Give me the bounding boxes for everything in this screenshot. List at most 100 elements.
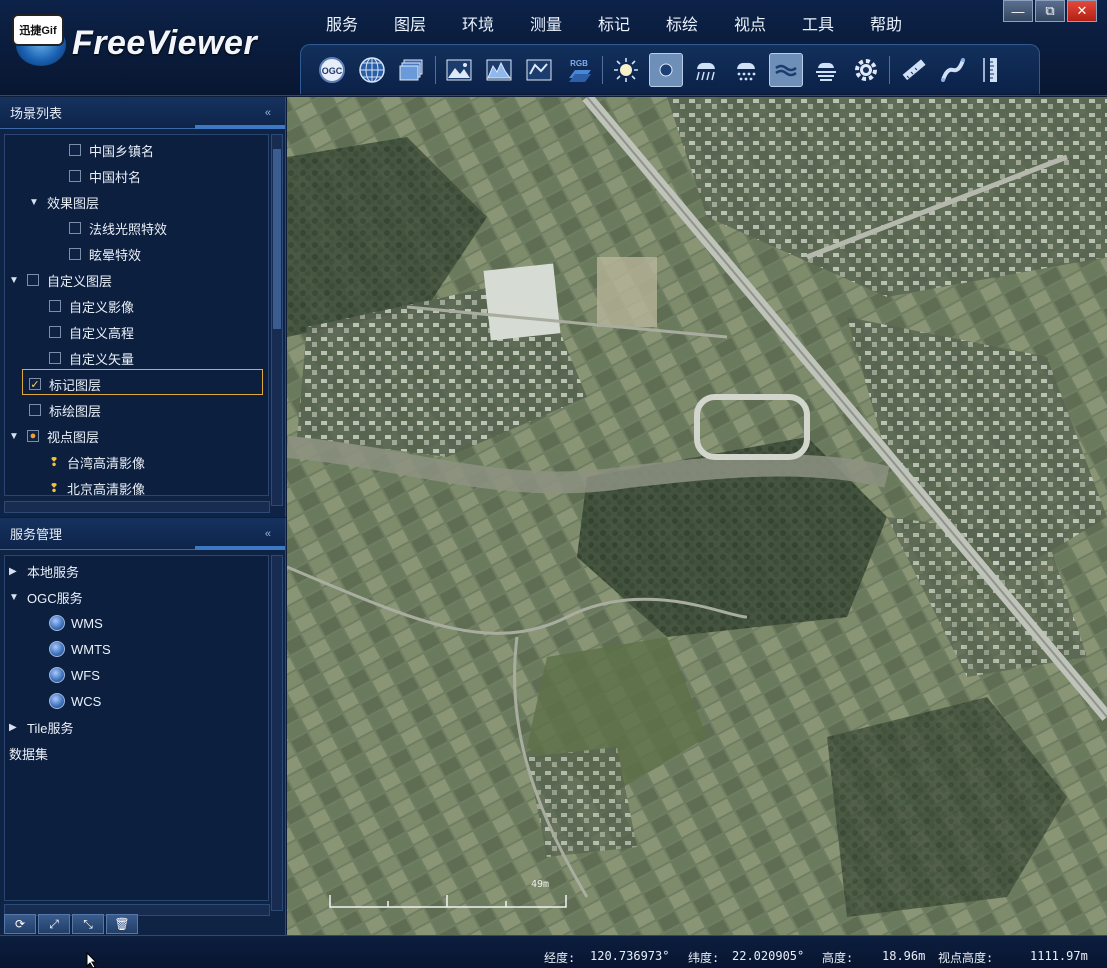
rgb-layer-tool-button[interactable]: RGB (562, 53, 596, 87)
ruler-path-tool-button[interactable] (936, 53, 970, 87)
scene_panel-tree-item[interactable]: 中国村名 (69, 165, 141, 187)
scene_panel-tree-item[interactable]: ❢ 北京高清影像 (49, 477, 145, 495)
service_panel-tree-item[interactable]: WFS (49, 664, 100, 686)
scene_panel-tree-item[interactable]: 中国乡镇名 (69, 139, 154, 161)
expand-arrow-icon[interactable]: ▼ (29, 197, 39, 208)
scene-horizontal-scrollbar[interactable] (4, 501, 270, 513)
service_panel-tree-item[interactable]: ▼ OGC服务 (9, 586, 83, 608)
moon-tool-button[interactable] (649, 52, 683, 87)
scene_panel-tree-item[interactable]: 自定义矢量 (49, 347, 134, 369)
ruler-path-icon (941, 57, 965, 82)
sun-tool-button[interactable] (609, 53, 643, 87)
menu-item-4[interactable]: 标记 (580, 11, 648, 35)
service-title: 服务管理 (10, 527, 63, 542)
tree-item-label: 自定义矢量 (69, 351, 135, 367)
menu-item-5[interactable]: 标绘 (648, 11, 716, 35)
collapse-button[interactable]: ⤡ (72, 914, 104, 934)
service_panel-tree-item[interactable]: ▶ 本地服务 (9, 560, 79, 582)
globe-service-icon (49, 693, 65, 709)
fog-tool-button[interactable] (809, 53, 843, 87)
scene_panel-tree-item[interactable]: ▼ 效果图层 (29, 191, 99, 213)
viewpoint-pin-icon[interactable]: ● (27, 430, 39, 442)
globe-grid-icon (359, 56, 385, 83)
settings-gear-tool-button[interactable] (849, 53, 883, 87)
layer-checkbox[interactable] (49, 326, 61, 338)
water-tool-button[interactable] (769, 52, 803, 87)
tree-item-label: 中国乡镇名 (89, 143, 155, 159)
layer-checkbox[interactable] (69, 222, 81, 234)
layer-checkbox[interactable] (49, 300, 61, 312)
collapse-arrow-icon[interactable]: ▶ (9, 566, 19, 577)
collapse-service-panel-icon[interactable]: « (265, 528, 271, 540)
ogc-tool-button[interactable]: OGC (315, 53, 349, 87)
rain-tool-button[interactable] (689, 53, 723, 87)
layer-checkbox[interactable] (29, 404, 41, 416)
trash-button[interactable]: 🗑 (106, 914, 138, 934)
fog-icon (816, 62, 836, 81)
scene-vertical-scrollbar[interactable] (271, 134, 283, 506)
map-scale-bar (329, 895, 567, 908)
service_panel-tree-item[interactable]: ▶ Tile服务 (9, 716, 73, 738)
service_panel-tree-item[interactable]: WMTS (49, 638, 111, 660)
service-vertical-scrollbar[interactable] (271, 555, 283, 911)
refresh-button[interactable]: ⟳ (4, 914, 36, 934)
viewpoint-pin-icon: ❢ (49, 455, 60, 469)
service_panel-tree-item[interactable]: WMS (49, 612, 103, 634)
collapse-panel-icon[interactable]: « (265, 107, 271, 119)
expand-arrow-icon[interactable]: ▼ (9, 592, 19, 603)
expand-arrow-icon[interactable]: ▼ (9, 275, 19, 286)
ruler-distance-tool-button[interactable] (896, 53, 930, 87)
scene_panel-tree-item[interactable]: 标绘图层 (29, 399, 101, 421)
tree-item-label: 效果图层 (47, 195, 100, 211)
status-bar: 经度: 120.736973° 纬度: 22.020905° 高度: 18.96… (0, 935, 1107, 968)
elevation-tool-button[interactable] (482, 53, 516, 87)
close-button[interactable]: ✕ (1067, 0, 1097, 22)
scene_panel-tree-item[interactable]: 法线光照特效 (69, 217, 167, 239)
layer-checkbox[interactable] (69, 248, 81, 260)
globe-service-icon (49, 641, 65, 657)
expand-button[interactable]: ⤢ (38, 914, 70, 934)
minimize-button[interactable]: — (1003, 0, 1033, 22)
toolbar-separator (889, 55, 890, 84)
globe-grid-tool-button[interactable] (355, 53, 389, 87)
toolbar-separator (435, 55, 436, 84)
tree-item-label: 标绘图层 (49, 403, 102, 419)
menu-item-3[interactable]: 测量 (512, 11, 580, 35)
service_panel-tree-item[interactable]: 数据集 (9, 742, 48, 764)
menu-item-2[interactable]: 环境 (444, 11, 512, 35)
tree-item-label: 自定义影像 (69, 299, 135, 315)
terrain-image-tool-button[interactable] (442, 53, 476, 87)
menu-item-0[interactable]: 服务 (308, 11, 376, 35)
scene_panel-tree-item[interactable]: 自定义影像 (49, 295, 134, 317)
maximize-button[interactable]: ⧉ (1035, 0, 1065, 22)
menu-item-6[interactable]: 视点 (716, 11, 784, 35)
scrollbar-thumb[interactable] (273, 149, 281, 329)
layers-stack-tool-button[interactable] (395, 53, 429, 87)
map-view[interactable]: 49m (287, 97, 1107, 935)
scene-list-panel: 场景列表 « 中国乡镇名 中国村名 ▼ 效果图层 法线光照特效 眩晕特效 ▼ 自定义图层 自定义… (0, 97, 286, 517)
layer-checkbox[interactable] (69, 144, 81, 156)
expand-arrow-icon[interactable]: ▼ (9, 431, 19, 442)
layer-checkbox[interactable] (69, 170, 81, 182)
menu-item-1[interactable]: 图层 (376, 11, 444, 35)
scene_panel-tree-item[interactable]: ▼ 自定义图层 (9, 269, 112, 291)
menu-item-7[interactable]: 工具 (784, 11, 852, 35)
snow-tool-button[interactable] (729, 53, 763, 87)
latitude-value: 22.020905° (732, 949, 805, 963)
menu-item-8[interactable]: 帮助 (852, 11, 920, 35)
scene_panel-tree-item[interactable]: ▼ ● 视点图层 (9, 425, 99, 447)
tree-item-label: 视点图层 (47, 429, 100, 445)
scale-label: 49m (531, 879, 550, 890)
service_panel-tree-item[interactable]: WCS (49, 690, 101, 712)
tree-item-label: 法线光照特效 (89, 221, 168, 237)
moon-icon (659, 63, 673, 76)
layer-checkbox[interactable] (49, 352, 61, 364)
collapse-arrow-icon[interactable]: ▶ (9, 722, 19, 733)
scene_panel-tree-item[interactable]: 自定义高程 (49, 321, 134, 343)
scene_panel-tree-item[interactable]: 眩晕特效 (69, 243, 141, 265)
vector-map-tool-button[interactable] (522, 53, 556, 87)
ruler-height-tool-button[interactable] (976, 53, 1010, 87)
globe-service-icon (49, 615, 65, 631)
layer-checkbox[interactable] (27, 274, 39, 286)
scene_panel-tree-item[interactable]: ❢ 台湾高清影像 (49, 451, 145, 473)
